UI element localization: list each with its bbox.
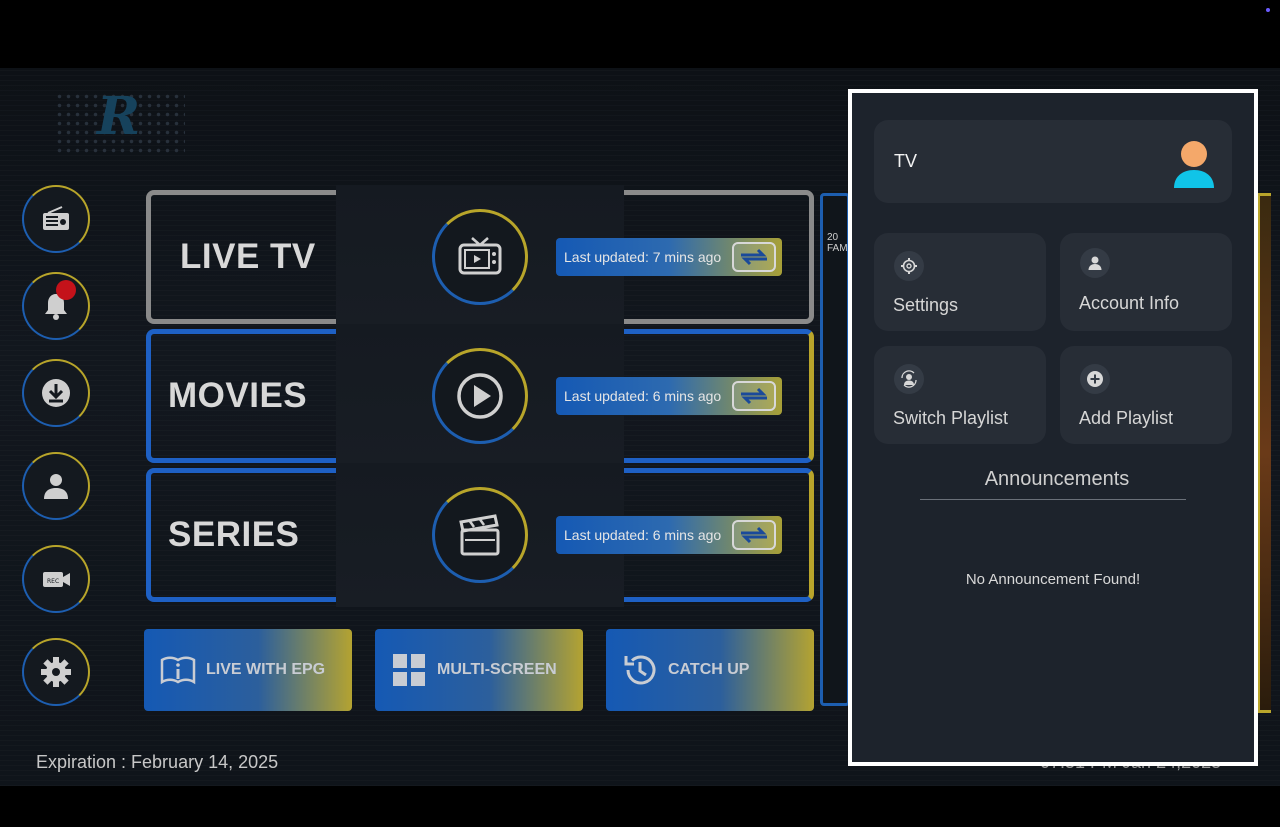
card-title: SERIES [168, 515, 300, 554]
grid-icon [393, 654, 425, 686]
card-title: MOVIES [168, 376, 308, 415]
refresh-icon [741, 387, 767, 405]
radio-button[interactable] [22, 185, 90, 253]
add-playlist-tile[interactable]: Add Playlist [1060, 346, 1232, 444]
radio-icon [43, 206, 69, 230]
tv-icon [458, 237, 502, 275]
last-updated-text: Last updated: 7 mins ago [564, 249, 722, 265]
play-icon [457, 373, 503, 419]
announcements-empty: No Announcement Found! [965, 571, 1141, 588]
switch-user-icon [901, 370, 917, 388]
profile-button[interactable] [22, 452, 90, 520]
app-logo: R [55, 86, 185, 154]
svg-text:REC: REC [47, 578, 59, 585]
refresh-icon [741, 526, 767, 544]
profile-card[interactable]: TV [874, 120, 1232, 203]
refresh-button[interactable] [732, 242, 776, 272]
last-updated-text: Last updated: 6 mins ago [564, 527, 722, 543]
catch-up-button[interactable]: CATCH UP [606, 629, 814, 711]
movies-card[interactable]: MOVIES Last updated: 6 mins ago [146, 324, 814, 468]
account-info-tile[interactable]: Account Info [1060, 233, 1232, 331]
gear-icon [901, 258, 917, 274]
refresh-button[interactable] [732, 381, 776, 411]
history-icon [624, 655, 656, 685]
download-button[interactable] [22, 359, 90, 427]
live-with-epg-button[interactable]: LIVE WITH EPG [144, 629, 352, 711]
multi-screen-button[interactable]: MULTI-SCREEN [375, 629, 583, 711]
recordings-button[interactable]: REC [22, 545, 90, 613]
record-icon: REC [43, 572, 70, 587]
user-icon [1088, 256, 1102, 270]
user-icon [44, 474, 68, 499]
avatar-icon [1174, 141, 1214, 188]
last-updated-text: Last updated: 6 mins ago [564, 388, 722, 404]
notification-badge [56, 280, 76, 300]
card-title: LIVE TV [180, 237, 316, 276]
refresh-button[interactable] [732, 520, 776, 550]
switch-playlist-tile[interactable]: Switch Playlist [874, 346, 1046, 444]
epg-guide-icon [160, 656, 196, 685]
featured-strip[interactable]: 20 FAMI [820, 193, 850, 706]
plus-circle-icon [1087, 371, 1103, 387]
notifications-button[interactable] [22, 272, 90, 340]
download-icon [42, 379, 70, 407]
series-card[interactable]: SERIES Last updated: 6 mins ago [146, 463, 814, 607]
poster-strip[interactable] [1257, 193, 1271, 713]
account-panel: TV Settings Account Info Switch Playlist… [848, 89, 1258, 766]
gear-icon [41, 657, 71, 687]
expiration-text: Expiration : February 14, 2025 [36, 752, 279, 772]
profile-name: TV [894, 151, 918, 171]
clapperboard-icon [459, 514, 500, 556]
settings-button[interactable] [22, 638, 90, 706]
settings-tile[interactable]: Settings [874, 233, 1046, 331]
live-tv-card[interactable]: LIVE TV Last updated: 7 mins ago [146, 185, 814, 329]
divider [920, 499, 1186, 500]
status-dot [1266, 8, 1270, 12]
refresh-icon [741, 248, 767, 266]
announcements-title: Announcements [984, 468, 1130, 490]
